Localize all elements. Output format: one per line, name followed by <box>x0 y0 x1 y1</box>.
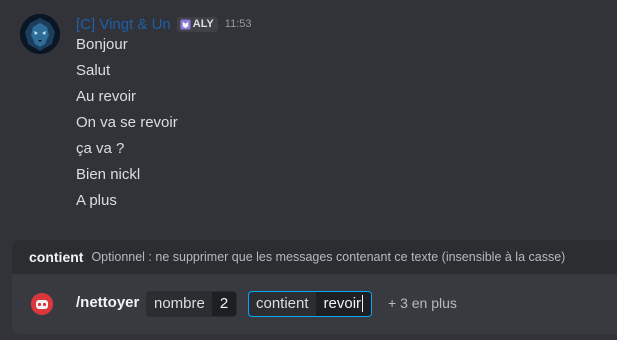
more-options-button[interactable]: + 3 en plus <box>388 295 457 311</box>
option-hint-bar: contient Optionnel : ne supprimer que le… <box>12 240 617 274</box>
message-line: Bien nickl <box>76 166 141 183</box>
tag-icon <box>180 18 191 30</box>
lion-avatar-icon <box>20 14 60 54</box>
option-chip-value-text: revoir <box>323 295 362 312</box>
username[interactable]: [C] Vingt & Un <box>76 16 171 33</box>
message-line: Au revoir <box>76 88 137 105</box>
message-line: On va se revoir <box>76 114 178 131</box>
server-tag-label: ALY <box>192 18 214 30</box>
bot-app-icon[interactable] <box>31 293 53 315</box>
option-chip-value[interactable]: 2 <box>211 292 237 316</box>
option-chip-label: nombre <box>154 295 205 312</box>
chat-area: [C] Vingt & Un ALY 11:53 Bonjour Salut A… <box>0 0 617 240</box>
message-line: Salut <box>76 62 111 79</box>
timestamp[interactable]: 11:53 <box>225 18 252 30</box>
option-chip-nombre[interactable]: nombre 2 <box>146 291 238 317</box>
message-line: A plus <box>76 192 117 209</box>
bot-icon <box>31 293 53 315</box>
message-header: [C] Vingt & Un ALY 11:53 <box>76 14 252 34</box>
option-hint-description: Optionnel : ne supprimer que les message… <box>91 250 566 264</box>
command-name: /nettoyer <box>76 294 140 311</box>
option-chip-value-input[interactable]: revoir <box>315 292 372 316</box>
text-caret <box>362 294 364 312</box>
message-line: Bonjour <box>76 36 128 53</box>
option-chip-contient[interactable]: contient revoir <box>248 291 373 317</box>
server-tag[interactable]: ALY <box>176 16 218 32</box>
avatar[interactable] <box>20 14 60 54</box>
option-chip-label: contient <box>256 295 309 312</box>
message-line: ça va ? <box>76 140 125 157</box>
message-lines: Bonjour Salut Au revoir On va se revoir … <box>76 34 178 216</box>
command-input-bar[interactable]: /nettoyer nombre 2 contient revoir + 3 e… <box>12 274 617 334</box>
option-hint-name: contient <box>29 249 84 265</box>
